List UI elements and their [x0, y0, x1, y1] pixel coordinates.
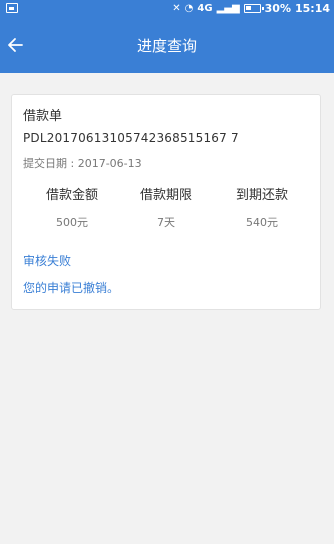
status-bar-right: ✕ ◔ 4G ▂▄▆ 30% 15:14 [172, 2, 330, 15]
network-label: 4G [197, 2, 213, 14]
image-notification-icon [6, 3, 18, 13]
stat-loan-amount: 借款金额 500元 [24, 188, 120, 230]
signal-icon: ▂▄▆ [216, 2, 240, 14]
stat-value: 540元 [246, 216, 278, 229]
page-title: 进度查询 [136, 37, 197, 55]
submit-date: 提交日期 : 2017-06-13 [23, 157, 142, 170]
stat-value: 500元 [56, 216, 88, 229]
stat-label: 借款期限 [139, 188, 192, 203]
stat-label: 借款金额 [45, 188, 98, 203]
loan-card: 借款单 PDL20170613105742368515167 7 提交日期 : … [11, 94, 321, 310]
review-status-link[interactable]: 审核失败 [23, 252, 71, 269]
order-number: PDL20170613105742368515167 7 [23, 131, 239, 145]
battery-percent: 30% [264, 2, 291, 15]
app-bar: 进度查询 [0, 19, 334, 73]
wifi-icon: ◔ [184, 2, 194, 14]
silent-icon: ✕ [172, 2, 181, 14]
stat-value: 7天 [157, 216, 175, 229]
clock: 15:14 [294, 2, 330, 15]
stat-due-repayment: 到期还款 540元 [214, 188, 310, 230]
status-message: 您的申请已撤销。 [23, 281, 120, 295]
status-bar: ✕ ◔ 4G ▂▄▆ 30% 15:14 [0, 0, 334, 19]
card-title: 借款单 [23, 109, 63, 124]
battery-icon [243, 4, 264, 13]
stat-label: 到期还款 [235, 188, 288, 203]
stat-loan-term: 借款期限 7天 [118, 188, 214, 230]
